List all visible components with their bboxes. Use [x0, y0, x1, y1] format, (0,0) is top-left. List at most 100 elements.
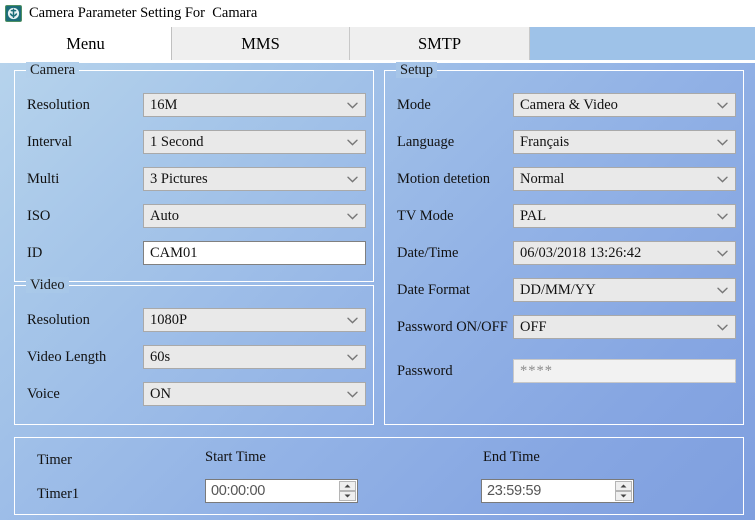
combo-video-length[interactable]: 60s — [143, 345, 366, 369]
label-camera-resolution: Resolution — [27, 97, 90, 113]
label-camera-iso: ISO — [27, 208, 51, 224]
label-camera-multi: Multi — [27, 171, 60, 187]
label-setup-datetime: Date/Time — [397, 245, 459, 261]
field-row-setup-datetime: Date/Time 06/03/2018 13:26:42 — [385, 241, 743, 265]
chevron-down-icon — [717, 213, 728, 220]
timer-start-time-spin-buttons — [339, 481, 356, 501]
tab-mms-label: MMS — [241, 33, 280, 53]
field-row-setup-password-onoff: Password ON/OFF OFF — [385, 315, 743, 339]
field-row-video-length: Video Length 60s — [15, 345, 373, 369]
timer-start-time-header: Start Time — [205, 449, 266, 465]
chevron-down-icon — [347, 354, 358, 361]
timer-start-time-value: 00:00:00 — [211, 483, 266, 499]
group-setup: Setup Mode Camera & Video Language Franç… — [384, 62, 744, 425]
tab-mms[interactable]: MMS — [172, 27, 350, 60]
field-row-setup-motion-detection: Motion detetion Normal — [385, 167, 743, 191]
combo-setup-motion-detection-value: Normal — [520, 171, 565, 187]
tab-smtp-label: SMTP — [417, 33, 462, 53]
tab-menu-label: Menu — [66, 33, 105, 53]
timer-start-time-spinner[interactable]: 00:00:00 — [205, 479, 358, 503]
combo-setup-language-value: Français — [520, 134, 570, 150]
chevron-down-icon — [347, 139, 358, 146]
combo-camera-iso-value: Auto — [150, 208, 179, 224]
combo-camera-interval-value: 1 Second — [150, 134, 204, 150]
timer-end-time-value: 23:59:59 — [487, 483, 542, 499]
field-row-camera-iso: ISO Auto — [15, 204, 373, 228]
combo-setup-tv-mode[interactable]: PAL — [513, 204, 736, 228]
combo-setup-language[interactable]: Français — [513, 130, 736, 154]
combo-camera-multi[interactable]: 3 Pictures — [143, 167, 366, 191]
input-setup-password-value: **** — [520, 363, 553, 379]
chevron-down-icon — [717, 176, 728, 183]
field-row-setup-tv-mode: TV Mode PAL — [385, 204, 743, 228]
label-setup-password-onoff: Password ON/OFF — [397, 319, 508, 335]
combo-setup-tv-mode-value: PAL — [520, 208, 547, 224]
field-row-camera-interval: Interval 1 Second — [15, 130, 373, 154]
input-camera-id[interactable]: CAM01 — [143, 241, 366, 265]
chevron-down-icon — [717, 324, 728, 331]
window-title: Camera Parameter Setting For Camara — [29, 5, 258, 21]
combo-setup-motion-detection[interactable]: Normal — [513, 167, 736, 191]
tab-smtp[interactable]: SMTP — [350, 27, 530, 60]
timer-row-label: Timer1 — [37, 486, 80, 502]
combo-camera-interval[interactable]: 1 Second — [143, 130, 366, 154]
title-bar: Camera Parameter Setting For Camara — [0, 0, 755, 27]
field-row-setup-date-format: Date Format DD/MM/YY — [385, 278, 743, 302]
timer-end-time-spin-buttons — [615, 481, 632, 501]
combo-setup-mode-value: Camera & Video — [520, 97, 618, 113]
timer-end-time-spinner[interactable]: 23:59:59 — [481, 479, 634, 503]
combo-setup-password-onoff[interactable]: OFF — [513, 315, 736, 339]
combo-camera-resolution[interactable]: 16M — [143, 93, 366, 117]
field-row-camera-id: ID CAM01 — [15, 241, 373, 265]
label-setup-language: Language — [397, 134, 455, 150]
label-setup-date-format: Date Format — [397, 282, 470, 298]
combo-setup-datetime[interactable]: 06/03/2018 13:26:42 — [513, 241, 736, 265]
combo-setup-date-format[interactable]: DD/MM/YY — [513, 278, 736, 302]
label-setup-motion-detection: Motion detetion — [397, 171, 491, 187]
combo-video-voice[interactable]: ON — [143, 382, 366, 406]
group-camera-legend: Camera — [26, 62, 80, 78]
chevron-down-icon — [347, 391, 358, 398]
group-setup-legend: Setup — [396, 62, 438, 78]
chevron-down-icon — [347, 317, 358, 324]
chevron-down-icon — [717, 102, 728, 109]
spinner-up-icon[interactable] — [339, 481, 356, 491]
combo-camera-multi-value: 3 Pictures — [150, 171, 208, 187]
label-video-resolution: Resolution — [27, 312, 90, 328]
input-camera-id-value: CAM01 — [150, 245, 198, 261]
combo-video-voice-value: ON — [150, 386, 171, 402]
combo-setup-datetime-value: 06/03/2018 13:26:42 — [520, 245, 642, 261]
chevron-down-icon — [347, 213, 358, 220]
label-camera-id: ID — [27, 245, 43, 261]
field-row-camera-resolution: Resolution 16M — [15, 93, 373, 117]
group-video: Video Resolution 1080P Video Length 60s … — [14, 277, 374, 425]
spinner-up-icon[interactable] — [615, 481, 632, 491]
combo-setup-mode[interactable]: Camera & Video — [513, 93, 736, 117]
group-timer: Timer Start Time End Time Timer1 00:00:0… — [14, 437, 744, 515]
combo-video-resolution-value: 1080P — [150, 312, 188, 328]
chevron-down-icon — [347, 176, 358, 183]
app-badge-icon — [5, 5, 22, 22]
group-camera: Camera Resolution 16M Interval 1 Second … — [14, 62, 374, 282]
combo-camera-resolution-value: 16M — [150, 97, 178, 113]
field-row-setup-password: Password **** — [385, 359, 743, 383]
field-row-camera-multi: Multi 3 Pictures — [15, 167, 373, 191]
chevron-down-icon — [717, 139, 728, 146]
tab-menu[interactable]: Menu — [0, 27, 172, 60]
label-setup-tv-mode: TV Mode — [397, 208, 454, 224]
chevron-down-icon — [347, 102, 358, 109]
combo-video-resolution[interactable]: 1080P — [143, 308, 366, 332]
spinner-down-icon[interactable] — [339, 491, 356, 501]
tab-strip: Menu MMS SMTP — [0, 27, 755, 60]
spinner-down-icon[interactable] — [615, 491, 632, 501]
chevron-down-icon — [717, 250, 728, 257]
combo-video-length-value: 60s — [150, 349, 171, 365]
label-video-voice: Voice — [27, 386, 60, 402]
combo-camera-iso[interactable]: Auto — [143, 204, 366, 228]
input-setup-password[interactable]: **** — [513, 359, 736, 383]
label-video-length: Video Length — [27, 349, 107, 365]
label-setup-mode: Mode — [397, 97, 431, 113]
timer-end-time-header: End Time — [483, 449, 540, 465]
timer-section-title: Timer — [37, 452, 72, 468]
field-row-video-resolution: Resolution 1080P — [15, 308, 373, 332]
